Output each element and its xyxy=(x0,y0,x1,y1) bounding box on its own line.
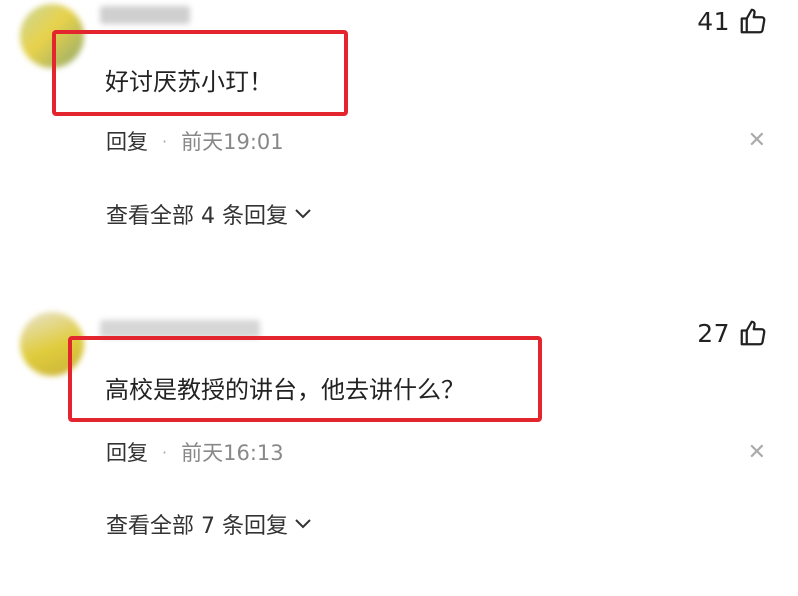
close-icon[interactable]: ✕ xyxy=(748,442,766,464)
thumb-up-icon[interactable] xyxy=(738,6,768,36)
view-all-replies-button[interactable]: 查看全部 7 条回复 xyxy=(106,508,312,540)
close-icon[interactable]: ✕ xyxy=(748,130,766,152)
view-all-replies-label: 查看全部 4 条回复 xyxy=(106,204,288,229)
like-button[interactable]: 41 xyxy=(697,6,768,36)
comment-item: 41 好讨厌苏小玎！ 回复 · 前天19:01 ✕ 查看全部 4 条回复 xyxy=(0,0,798,290)
timestamp: 前天16:13 xyxy=(181,441,284,465)
like-button[interactable]: 27 xyxy=(697,318,768,348)
comment-meta: 回复 · 前天16:13 xyxy=(106,437,284,467)
reply-button[interactable]: 回复 xyxy=(106,437,148,467)
like-count: 27 xyxy=(697,318,730,348)
username-blurred[interactable] xyxy=(100,6,190,24)
comment-text: 好讨厌苏小玎！ xyxy=(105,68,273,96)
view-all-replies-label: 查看全部 7 条回复 xyxy=(106,514,288,539)
chevron-down-icon xyxy=(294,518,312,530)
thumb-up-icon[interactable] xyxy=(738,318,768,348)
comment-item: 27 高校是教授的讲台，他去讲什么？ 回复 · 前天16:13 ✕ 查看全部 7… xyxy=(0,290,798,580)
view-all-replies-button[interactable]: 查看全部 4 条回复 xyxy=(106,198,312,230)
reply-button[interactable]: 回复 xyxy=(106,126,148,156)
comment-text: 高校是教授的讲台，他去讲什么？ xyxy=(105,376,465,404)
timestamp: 前天19:01 xyxy=(181,130,284,154)
like-count: 41 xyxy=(697,6,730,36)
separator-dot: · xyxy=(162,131,168,151)
chevron-down-icon xyxy=(294,208,312,220)
comment-meta: 回复 · 前天19:01 xyxy=(106,126,284,156)
separator-dot: · xyxy=(162,442,168,462)
